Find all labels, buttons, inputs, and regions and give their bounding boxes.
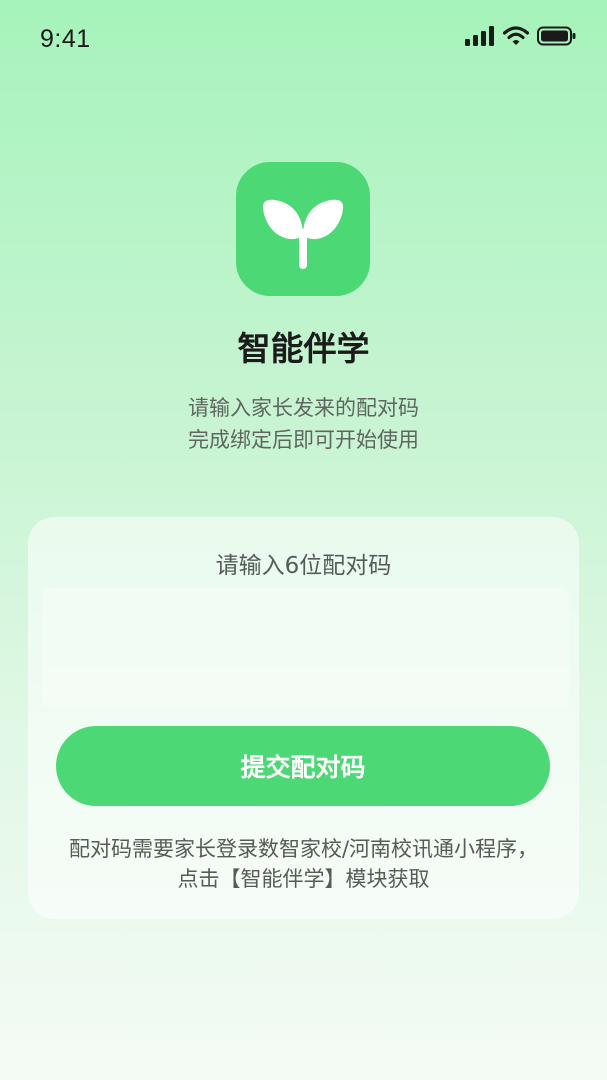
code-input-label: 请输入6位配对码 (215, 553, 392, 579)
status-bar: 9:41 (0, 0, 607, 80)
pairing-code-input[interactable] (42, 588, 569, 708)
sprout-icon (262, 199, 344, 269)
pairing-hint: 配对码需要家长登录数智家校/河南校讯通小程序，点击【智能伴学】模块获取 (68, 837, 539, 891)
status-icons (465, 26, 577, 46)
app-logo (236, 162, 370, 296)
subtitle-line-1: 请输入家长发来的配对码 (188, 396, 419, 420)
wifi-icon (503, 26, 529, 45)
battery-icon (537, 26, 576, 46)
app-subtitle: 请输入家长发来的配对码 完成绑定后即可开始使用 (0, 392, 607, 456)
subtitle-line-2: 完成绑定后即可开始使用 (188, 428, 419, 452)
submit-code-button[interactable]: 提交配对码 (56, 726, 550, 806)
signal-icon (465, 26, 494, 46)
status-time: 9:41 (40, 25, 91, 53)
app-name: 智能伴学 (237, 329, 370, 368)
